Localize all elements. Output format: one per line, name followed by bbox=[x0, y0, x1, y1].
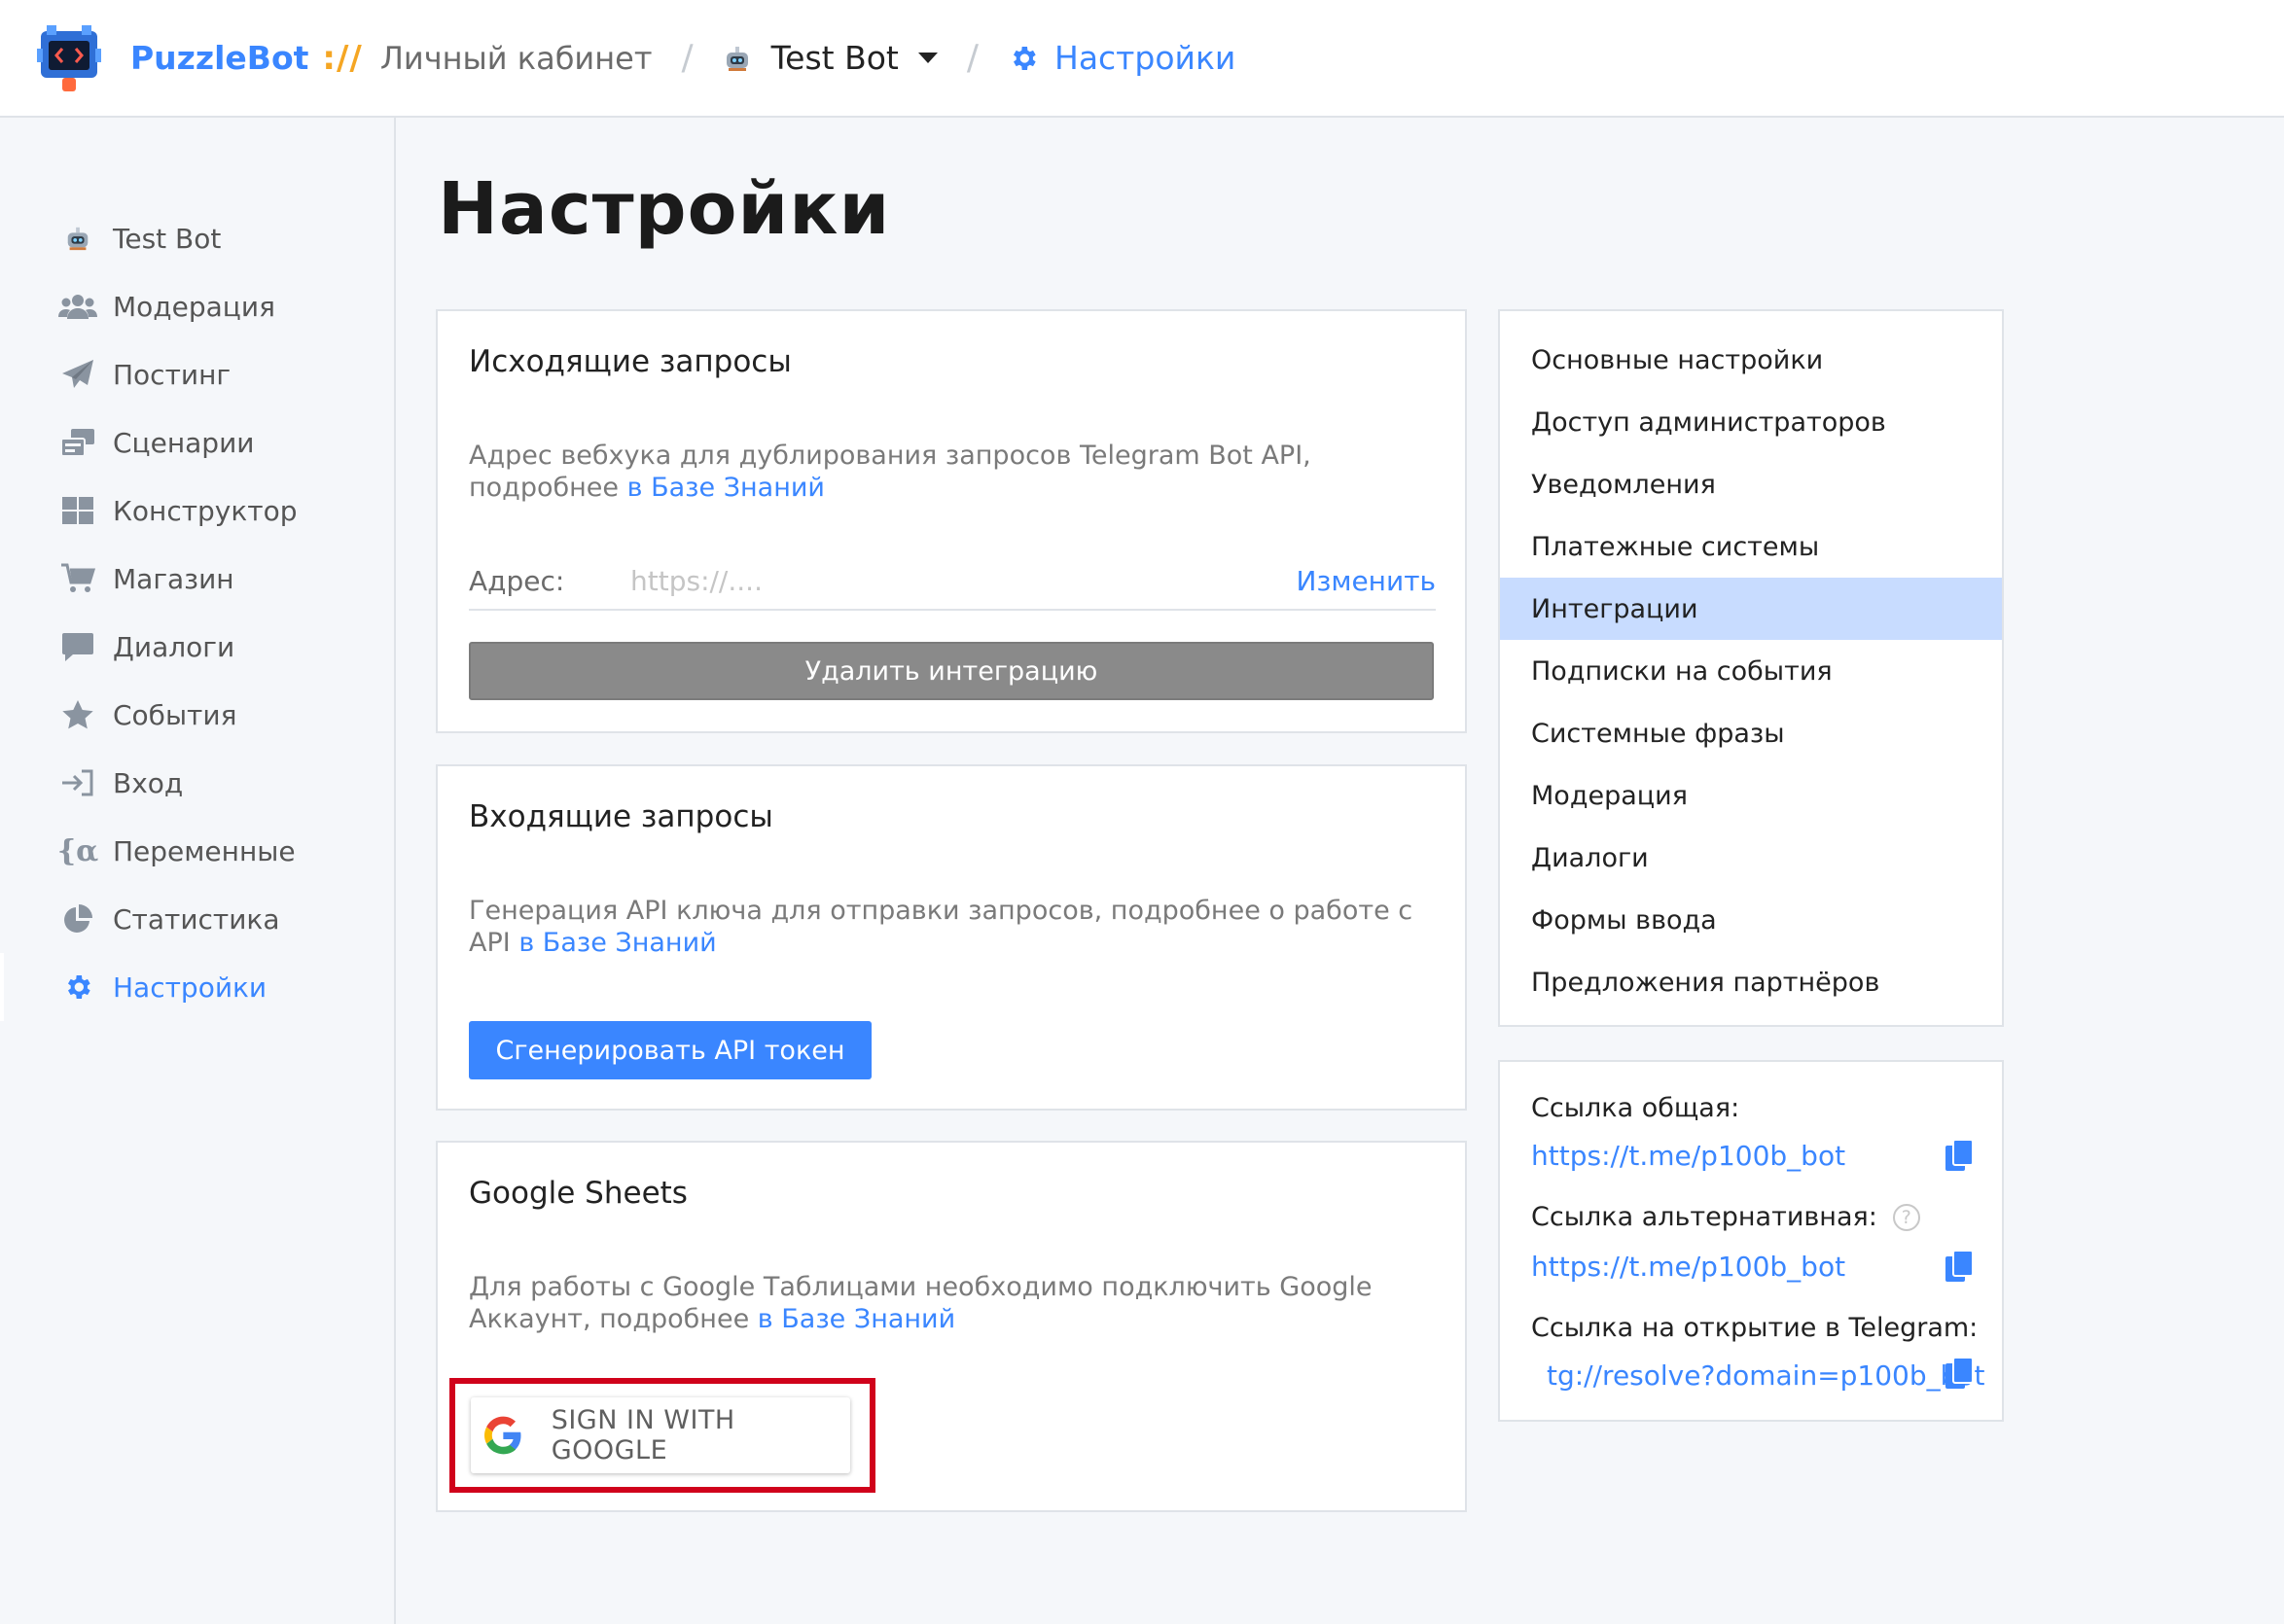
alt-link-label: Ссылка альтернативная: ? bbox=[1531, 1202, 1920, 1232]
users-icon bbox=[58, 289, 97, 324]
cart-icon bbox=[58, 561, 97, 596]
generate-api-token-button[interactable]: Сгенерировать API токен bbox=[469, 1021, 872, 1079]
menu-item-payment-systems[interactable]: Платежные системы bbox=[1500, 515, 2002, 578]
sidebar-item-variables[interactable]: {α Переменные bbox=[0, 817, 394, 885]
bot-icon bbox=[58, 221, 97, 256]
menu-item-partner-offers[interactable]: Предложения партнёров bbox=[1500, 951, 2002, 1013]
star-icon bbox=[58, 697, 97, 732]
sidebar-item-label: Переменные bbox=[113, 834, 296, 867]
grid-icon bbox=[58, 493, 97, 528]
bot-links-card: Ссылка общая: https://t.me/p100b_bot Ссы… bbox=[1498, 1060, 2004, 1422]
chat-icon bbox=[58, 629, 97, 664]
card-title: Исходящие запросы bbox=[469, 344, 792, 379]
breadcrumb-settings[interactable]: Настройки bbox=[1008, 39, 1235, 77]
knowledge-base-link[interactable]: в Базе Знаний bbox=[758, 1304, 955, 1334]
telegram-link[interactable]: tg://resolve?domain=p100b_bot bbox=[1547, 1359, 1985, 1392]
menu-item-admin-access[interactable]: Доступ администраторов bbox=[1500, 391, 2002, 453]
card-description: Адрес вебхука для дублирования запросов … bbox=[469, 440, 1436, 504]
address-row: Адрес: Изменить bbox=[469, 552, 1436, 611]
top-bar: PuzzleBot :// Личный кабинет / Test Bot … bbox=[0, 0, 2284, 118]
alternative-link[interactable]: https://t.me/p100b_bot bbox=[1531, 1251, 1845, 1283]
google-sheets-card: Google Sheets Для работы с Google Таблиц… bbox=[436, 1141, 1467, 1512]
description-text: Адрес вебхука для дублирования запросов … bbox=[469, 441, 1311, 503]
incoming-requests-card: Входящие запросы Генерация API ключа для… bbox=[436, 764, 1467, 1111]
card-description: Генерация API ключа для отправки запросо… bbox=[469, 895, 1436, 959]
copy-icon[interactable] bbox=[1944, 1356, 1975, 1391]
sidebar-item-statistics[interactable]: Статистика bbox=[0, 885, 394, 953]
scenarios-icon bbox=[58, 425, 97, 460]
menu-item-main-settings[interactable]: Основные настройки bbox=[1500, 329, 2002, 391]
sidebar-item-label: Постинг bbox=[113, 358, 232, 391]
knowledge-base-link[interactable]: в Базе Знаний bbox=[627, 473, 825, 503]
sidebar-item-label: События bbox=[113, 698, 237, 731]
google-icon bbox=[484, 1416, 521, 1455]
address-label: Адрес: bbox=[469, 564, 565, 597]
sidebar-item-posting[interactable]: Постинг bbox=[0, 340, 394, 408]
menu-item-integrations[interactable]: Интеграции bbox=[1500, 578, 2002, 640]
sidebar-item-login[interactable]: Вход bbox=[0, 749, 394, 817]
page-title: Настройки bbox=[438, 167, 891, 251]
copy-icon[interactable] bbox=[1944, 1249, 1975, 1284]
sign-in-icon bbox=[58, 765, 97, 800]
sidebar-item-label: Конструктор bbox=[113, 494, 298, 527]
sidebar-item-dialogs[interactable]: Диалоги bbox=[0, 613, 394, 681]
sidebar-item-label: Диалоги bbox=[113, 630, 235, 663]
sidebar-item-events[interactable]: События bbox=[0, 681, 394, 749]
google-button-label: SIGN IN WITH GOOGLE bbox=[551, 1405, 735, 1465]
chevron-down-icon[interactable] bbox=[917, 53, 938, 63]
outgoing-requests-card: Исходящие запросы Адрес вебхука для дубл… bbox=[436, 309, 1467, 733]
delete-integration-button[interactable]: Удалить интеграцию bbox=[469, 642, 1434, 700]
gear-icon bbox=[58, 970, 97, 1005]
menu-item-event-subscriptions[interactable]: Подписки на события bbox=[1500, 640, 2002, 702]
brand-name[interactable]: PuzzleBot bbox=[130, 39, 308, 77]
breadcrumb-bot-selector[interactable]: Test Bot bbox=[771, 39, 899, 77]
breadcrumb-separator: / bbox=[966, 38, 979, 78]
gear-icon bbox=[1014, 46, 1036, 70]
breadcrumb-settings-label: Настройки bbox=[1054, 39, 1236, 77]
menu-item-dialogs[interactable]: Диалоги bbox=[1500, 827, 2002, 889]
general-link-label: Ссылка общая: bbox=[1531, 1093, 1740, 1123]
menu-item-moderation[interactable]: Модерация bbox=[1500, 764, 2002, 827]
menu-item-system-phrases[interactable]: Системные фразы bbox=[1500, 702, 2002, 764]
bot-avatar-icon bbox=[723, 44, 771, 73]
telegram-link-label: Ссылка на открытие в Telegram: bbox=[1531, 1313, 1979, 1343]
puzzlebot-logo[interactable] bbox=[37, 21, 101, 95]
sidebar-item-label: Магазин bbox=[113, 562, 234, 595]
brand-slash: :// bbox=[322, 38, 363, 78]
sidebar-item-settings[interactable]: Настройки bbox=[0, 953, 394, 1021]
change-address-link[interactable]: Изменить bbox=[1297, 565, 1437, 597]
card-title: Google Sheets bbox=[469, 1176, 688, 1211]
pie-chart-icon bbox=[58, 901, 97, 936]
webhook-address-input[interactable] bbox=[630, 564, 1297, 597]
variable-icon: {α bbox=[56, 833, 99, 868]
paper-plane-icon bbox=[58, 357, 97, 392]
help-icon[interactable]: ? bbox=[1892, 1203, 1920, 1231]
breadcrumb-separator: / bbox=[681, 38, 694, 78]
menu-item-notifications[interactable]: Уведомления bbox=[1500, 453, 2002, 515]
card-title: Входящие запросы bbox=[469, 799, 773, 834]
sign-in-with-google-button[interactable]: SIGN IN WITH GOOGLE bbox=[471, 1397, 850, 1473]
copy-icon[interactable] bbox=[1944, 1138, 1975, 1173]
general-link[interactable]: https://t.me/p100b_bot bbox=[1531, 1140, 1845, 1172]
sidebar-item-label: Вход bbox=[113, 766, 184, 799]
sidebar-item-label: Статистика bbox=[113, 902, 280, 936]
card-description: Для работы с Google Таблицами необходимо… bbox=[469, 1271, 1436, 1335]
sidebar-item-moderation[interactable]: Модерация bbox=[0, 272, 394, 340]
menu-item-input-forms[interactable]: Формы ввода bbox=[1500, 889, 2002, 951]
sidebar-item-label: Test Bot bbox=[113, 222, 222, 255]
sidebar-item-test-bot[interactable]: Test Bot bbox=[0, 204, 394, 272]
sidebar-item-label: Настройки bbox=[113, 971, 268, 1004]
sidebar: Test Bot Модерация Постинг Сценарии Конс… bbox=[0, 118, 396, 1624]
sidebar-item-shop[interactable]: Магазин bbox=[0, 545, 394, 613]
alt-link-label-text: Ссылка альтернативная: bbox=[1531, 1202, 1877, 1232]
sidebar-item-scenarios[interactable]: Сценарии bbox=[0, 408, 394, 477]
breadcrumb-cabinet[interactable]: Личный кабинет bbox=[380, 40, 653, 77]
sidebar-item-label: Модерация bbox=[113, 290, 275, 323]
knowledge-base-link[interactable]: в Базе Знаний bbox=[518, 928, 716, 958]
settings-menu-card: Основные настройки Доступ администраторо… bbox=[1498, 309, 2004, 1027]
sidebar-item-constructor[interactable]: Конструктор bbox=[0, 477, 394, 545]
sidebar-item-label: Сценарии bbox=[113, 426, 255, 459]
